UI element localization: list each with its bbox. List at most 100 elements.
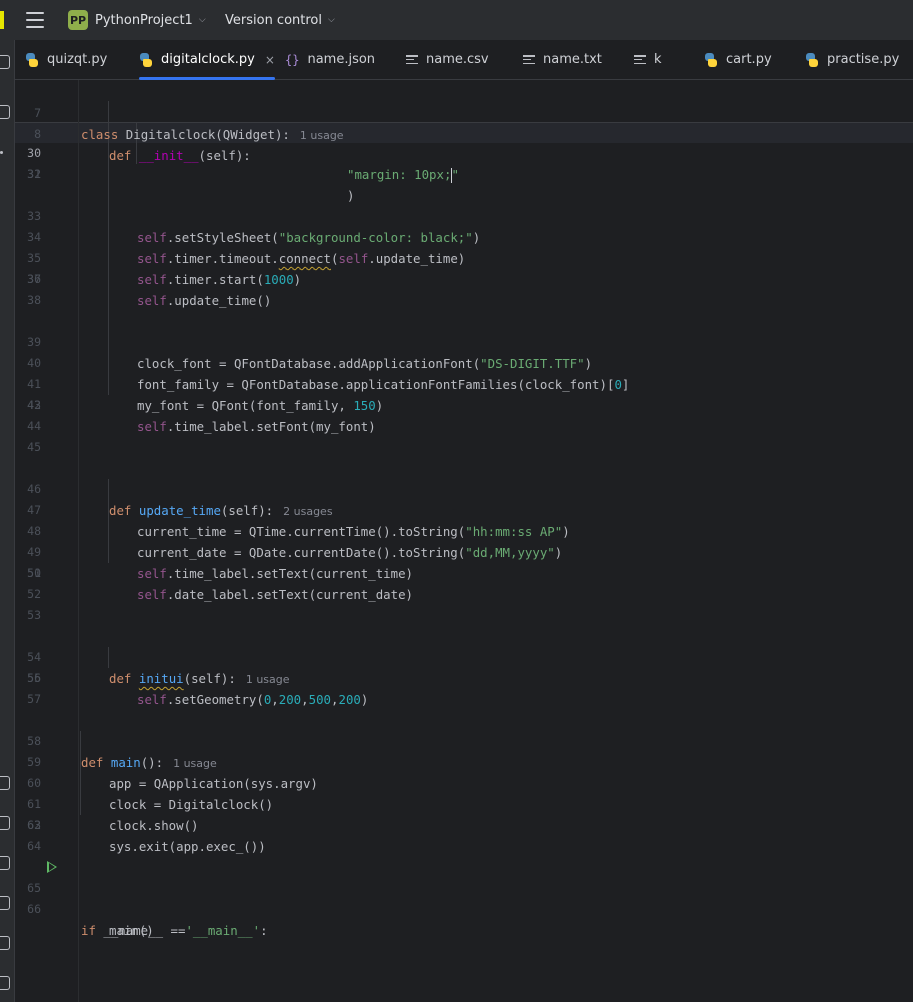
python-console-tool-icon[interactable]	[0, 856, 10, 870]
code-line-45[interactable]: 45	[15, 437, 913, 458]
code-line-41[interactable]: 41 my_font = QFont(font_family, 150)	[15, 353, 913, 413]
code-line-8[interactable]: 8 def __init__(self):	[15, 103, 913, 163]
code-line-66[interactable]: 66 main()	[15, 878, 913, 938]
line-number: 44	[27, 419, 41, 433]
code-line-44[interactable]: 44	[15, 416, 913, 437]
code-line-39[interactable]: 39 clock_font = QFontDatabase.addApplica…	[15, 311, 913, 371]
code-line-43[interactable]: 43	[15, 395, 913, 416]
project-selector[interactable]: PP PythonProject1 ⌵	[68, 9, 206, 31]
code-line-49[interactable]: 49 self.time_label.setText(current_time)	[15, 521, 913, 581]
main-menu-button[interactable]	[26, 12, 44, 28]
problems-tool-icon[interactable]	[0, 936, 10, 950]
commit-tool-icon[interactable]	[0, 105, 10, 119]
code-line-42[interactable]: 42 self.time_label.setFont(my_font)	[15, 374, 913, 434]
line-number: 63	[27, 818, 41, 832]
code-line-61[interactable]: 61 clock.show()	[15, 773, 913, 833]
tab-label: name.csv	[426, 52, 489, 67]
tab-label: digitalclock.py	[161, 52, 255, 67]
code-editor[interactable]: 7 class Digitalclock(QWidget): 1 usage 8 …	[15, 80, 913, 1002]
code-line-34[interactable]: 34 self.timer.timeout.connect(self.updat…	[15, 206, 913, 266]
tab-label: k	[654, 52, 662, 67]
code-token: :	[260, 923, 268, 938]
tab-digitalclock[interactable]: digitalclock.py ×	[139, 40, 275, 80]
project-name: PythonProject1	[95, 12, 193, 28]
text-file-icon	[406, 55, 418, 64]
tab-label: name.json	[307, 52, 376, 67]
tab-name-json[interactable]: {} name.json	[285, 40, 375, 79]
code-line-47[interactable]: 47 current_time = QTime.currentTime().to…	[15, 479, 913, 539]
line-number: 45	[27, 440, 41, 454]
code-line-7[interactable]: 7 class Digitalclock(QWidget): 1 usage	[15, 82, 913, 142]
python-file-icon	[805, 52, 819, 67]
version-control-tool-icon[interactable]	[0, 976, 10, 990]
code-line-30[interactable]: 30 "margin: 10px;"	[15, 122, 913, 183]
code-line-62[interactable]: 62 sys.exit(app.exec_())	[15, 794, 913, 854]
chevron-down-icon: ⌵	[328, 15, 335, 25]
code-line-64[interactable]: 64	[15, 836, 913, 857]
window-edge-mark	[0, 11, 4, 29]
code-line-51[interactable]: 51	[15, 563, 913, 584]
code-line-55[interactable]: 55 self.setGeometry(0,200,500,200)	[15, 647, 913, 707]
line-number: 51	[27, 566, 41, 580]
tab-label: name.txt	[543, 52, 602, 67]
line-number: 53	[27, 608, 41, 622]
code-line-37[interactable]: 37	[15, 269, 913, 290]
code-line-52[interactable]: 52	[15, 584, 913, 605]
code-line-32[interactable]: 32	[15, 164, 913, 185]
close-icon[interactable]: ×	[265, 53, 275, 67]
code-line-46[interactable]: 46 def update_time(self): 2 usages	[15, 458, 913, 518]
code-line-31[interactable]: 31 )	[15, 143, 913, 203]
project-badge: PP	[68, 10, 88, 30]
tab-name-csv[interactable]: name.csv	[406, 40, 489, 79]
code-line-53[interactable]: 53	[15, 605, 913, 626]
code-line-60[interactable]: 60 clock = Digitalclock()	[15, 752, 913, 812]
tab-k[interactable]: k	[634, 40, 662, 79]
python-file-icon	[139, 52, 153, 67]
tab-practise[interactable]: practise.py	[805, 40, 899, 79]
code-line-57[interactable]: 57	[15, 689, 913, 710]
text-file-icon	[523, 55, 535, 64]
text-file-icon	[634, 55, 646, 64]
more-tools-icon[interactable]	[0, 151, 3, 154]
code-line-50[interactable]: 50 self.date_label.setText(current_date)	[15, 542, 913, 602]
code-line-65[interactable]: 65 if __name__ =='__main__':	[15, 857, 913, 938]
line-number: 32	[27, 167, 41, 181]
string-literal: '__main__'	[185, 923, 261, 938]
version-control-label: Version control	[225, 12, 322, 28]
project-tool-icon[interactable]	[0, 55, 10, 69]
code-line-33[interactable]: 33 self.setStyleSheet("background-color:…	[15, 185, 913, 245]
code-line-59[interactable]: 59 app = QApplication(sys.argv)	[15, 731, 913, 791]
line-number: 52	[27, 587, 41, 601]
line-number: 56	[27, 671, 41, 685]
tab-label: cart.py	[726, 52, 772, 67]
code-line-63[interactable]: 63	[15, 815, 913, 836]
title-bar: PP PythonProject1 ⌵ Version control ⌵	[0, 0, 913, 40]
line-number: 37	[27, 272, 41, 286]
python-packages-tool-icon[interactable]	[0, 776, 10, 790]
python-file-icon	[25, 52, 39, 67]
version-control-menu[interactable]: Version control ⌵	[225, 9, 335, 31]
code-line-38[interactable]: 38	[15, 290, 913, 311]
run-icon[interactable]	[47, 861, 57, 873]
tab-quizqt[interactable]: quizqt.py	[25, 40, 107, 79]
code-line-35[interactable]: 35 self.timer.start(1000)	[15, 227, 913, 287]
code-line-40[interactable]: 40 font_family = QFontDatabase.applicati…	[15, 332, 913, 392]
terminal-tool-icon[interactable]	[0, 896, 10, 910]
code-line-48[interactable]: 48 current_date = QDate.currentDate().to…	[15, 500, 913, 560]
line-number: 57	[27, 692, 41, 706]
tab-cart[interactable]: cart.py	[704, 40, 772, 79]
keyword: if	[81, 923, 96, 938]
line-number: 38	[27, 293, 41, 307]
code-line-56[interactable]: 56	[15, 668, 913, 689]
tab-label: quizqt.py	[47, 52, 108, 67]
chevron-down-icon: ⌵	[198, 15, 206, 25]
code-line-54[interactable]: 54 def initui(self): 1 usage	[15, 626, 913, 686]
line-number: 64	[27, 839, 41, 853]
tab-label: practise.py	[827, 52, 900, 67]
services-tool-icon[interactable]	[0, 816, 10, 830]
code-line-58[interactable]: 58 def main(): 1 usage	[15, 710, 913, 770]
tool-window-strip	[0, 40, 14, 1002]
line-number: 66	[27, 902, 41, 916]
code-line-36[interactable]: 36 self.update_time()	[15, 248, 913, 308]
tab-name-txt[interactable]: name.txt	[523, 40, 602, 79]
